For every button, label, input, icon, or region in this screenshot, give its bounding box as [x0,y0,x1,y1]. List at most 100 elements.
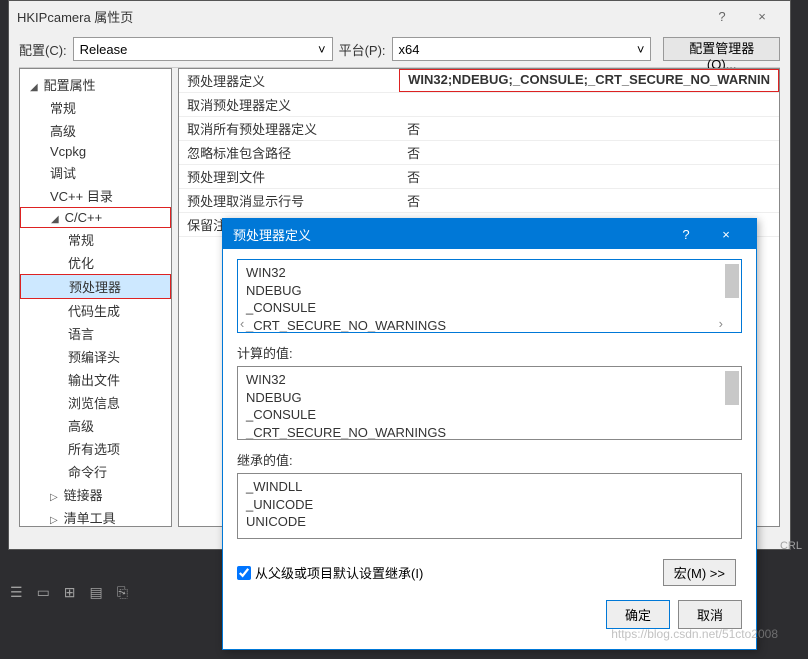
grid-row[interactable]: 预处理取消显示行号否 [179,189,779,213]
grid-row[interactable]: 取消预处理器定义 [179,93,779,117]
tree-item[interactable]: ◢ 配置属性 [20,73,171,96]
chevron-down-icon: ˅ [637,42,645,57]
inherit-checkbox-text: 从父级或项目默认设置继承(I) [255,563,423,582]
tree-item[interactable]: 优化 [20,251,171,274]
tree-item[interactable]: 高级 [20,119,171,142]
tree-item[interactable]: ▷ 清单工具 [20,506,171,527]
tree-item[interactable]: 代码生成 [20,299,171,322]
window-title: HKIPcamera 属性页 [17,7,702,26]
tree-item[interactable]: 常规 [20,228,171,251]
grid-row[interactable]: 取消所有预处理器定义否 [179,117,779,141]
tree-item[interactable]: Vcpkg [20,142,171,161]
grid-value[interactable]: 否 [399,165,779,188]
grid-value[interactable]: 否 [399,189,779,212]
list-item: _CONSULE [246,299,733,317]
toolbar-icon[interactable]: ⎘ [117,584,128,601]
grid-value[interactable]: 否 [399,141,779,164]
tree-item-label: 优化 [68,256,94,271]
computed-box: WIN32NDEBUG_CONSULE_CRT_SECURE_NO_WARNIN… [237,366,742,440]
tree-item-label: 所有选项 [68,442,120,457]
toolbar-icon[interactable]: ⊞ [64,584,76,601]
cancel-button[interactable]: 取消 [678,600,742,629]
tree-item-label: 链接器 [64,488,103,503]
tree-item[interactable]: 调试 [20,161,171,184]
tree-item[interactable]: 语言 [20,322,171,345]
tree-item[interactable]: ▷ 链接器 [20,483,171,506]
grid-key: 忽略标准包含路径 [179,141,399,164]
dialog-title: 预处理器定义 [233,225,666,244]
list-item: _CONSULE [246,406,733,424]
inherit-checkbox[interactable] [237,566,251,580]
tree-item-label: 预处理器 [69,280,121,295]
inherited-label: 继承的值: [237,450,742,469]
tree-item-label: 输出文件 [68,373,120,388]
config-row: 配置(C): Release ˅ 平台(P): x64 ˅ 配置管理器(O)..… [9,31,790,67]
grid-value[interactable]: WIN32;NDEBUG;_CONSULE;_CRT_SECURE_NO_WAR… [399,69,779,92]
toolbar-icon[interactable]: ▭ [37,584,50,601]
config-label: 配置(C): [19,40,67,59]
tree-item-label: 预编译头 [68,350,120,365]
list-item: NDEBUG [246,389,733,407]
tree-arrow-icon: ◢ [51,214,61,225]
scroll-thumb[interactable] [725,264,739,298]
list-item: WIN32 [246,264,733,282]
config-manager-button[interactable]: 配置管理器(O)... [663,37,780,61]
tree-item[interactable]: VC++ 目录 [20,184,171,207]
platform-value: x64 [399,42,420,57]
dialog-close-button[interactable]: × [706,227,746,242]
grid-key: 预处理取消显示行号 [179,189,399,212]
list-item: _CRT_SECURE_NO_WARNINGS [246,424,733,440]
toolbar-icon[interactable]: ☰ [10,584,23,601]
ok-button[interactable]: 确定 [606,600,670,629]
macro-button[interactable]: 宏(M) >> [663,559,736,586]
scrollbar-vertical[interactable] [725,262,739,314]
bottom-toolbar: ☰ ▭ ⊞ ▤ ⎘ [10,584,128,601]
scrollbar-vertical[interactable] [725,369,739,421]
inherit-checkbox-label[interactable]: 从父级或项目默认设置继承(I) [237,563,663,582]
tree-item[interactable]: 输出文件 [20,368,171,391]
edit-box[interactable]: WIN32NDEBUG_CONSULE_CRT_SECURE_NO_WARNIN… [237,259,742,333]
grid-value[interactable]: 否 [399,117,779,140]
tree-item-label: 常规 [50,101,76,116]
config-combo[interactable]: Release ˅ [73,37,333,61]
grid-row[interactable]: 预处理器定义WIN32;NDEBUG;_CONSULE;_CRT_SECURE_… [179,69,779,93]
scroll-thumb[interactable] [725,371,739,405]
titlebar: HKIPcamera 属性页 ? × [9,1,790,31]
grid-row[interactable]: 忽略标准包含路径否 [179,141,779,165]
dialog-titlebar: 预处理器定义 ? × [223,219,756,249]
tree-item-label: VC++ 目录 [50,189,113,204]
grid-key: 取消预处理器定义 [179,93,399,116]
list-item: WIN32 [246,371,733,389]
platform-combo[interactable]: x64 ˅ [392,37,652,61]
close-button[interactable]: × [742,9,782,24]
toolbar-icon[interactable]: ▤ [90,584,103,601]
tree-item[interactable]: 预编译头 [20,345,171,368]
tree-item-label: 常规 [68,233,94,248]
tree-item[interactable]: ◢ C/C++ [20,207,171,228]
list-item: _WINDLL [246,478,733,496]
dialog-help-button[interactable]: ? [666,227,706,242]
dialog-body: WIN32NDEBUG_CONSULE_CRT_SECURE_NO_WARNIN… [223,249,756,549]
tree-item[interactable]: 浏览信息 [20,391,171,414]
help-button[interactable]: ? [702,9,742,24]
nav-tree[interactable]: ◢ 配置属性常规高级Vcpkg调试VC++ 目录◢ C/C++常规优化预处理器代… [19,68,172,527]
tree-item-label: 高级 [50,124,76,139]
grid-key: 预处理器定义 [179,69,399,92]
tree-item-label: C/C++ [65,210,103,225]
tree-item[interactable]: 常规 [20,96,171,119]
tree-item[interactable]: 高级 [20,414,171,437]
scrollbar-horizontal[interactable]: ‹› [240,316,723,330]
config-value: Release [80,42,128,57]
grid-row[interactable]: 预处理到文件否 [179,165,779,189]
tree-item[interactable]: 预处理器 [20,274,171,299]
tree-item[interactable]: 所有选项 [20,437,171,460]
tree-item-label: 语言 [68,327,94,342]
status-crl: CRL [780,540,802,552]
chevron-down-icon: ˅ [318,42,326,57]
tree-item[interactable]: 命令行 [20,460,171,483]
dialog-footer: 从父级或项目默认设置继承(I) 宏(M) >> [223,549,756,596]
tree-arrow-icon: ▷ [50,492,60,503]
list-item: _UNICODE [246,496,733,514]
tree-arrow-icon: ▷ [50,515,60,526]
grid-value[interactable] [399,93,779,116]
